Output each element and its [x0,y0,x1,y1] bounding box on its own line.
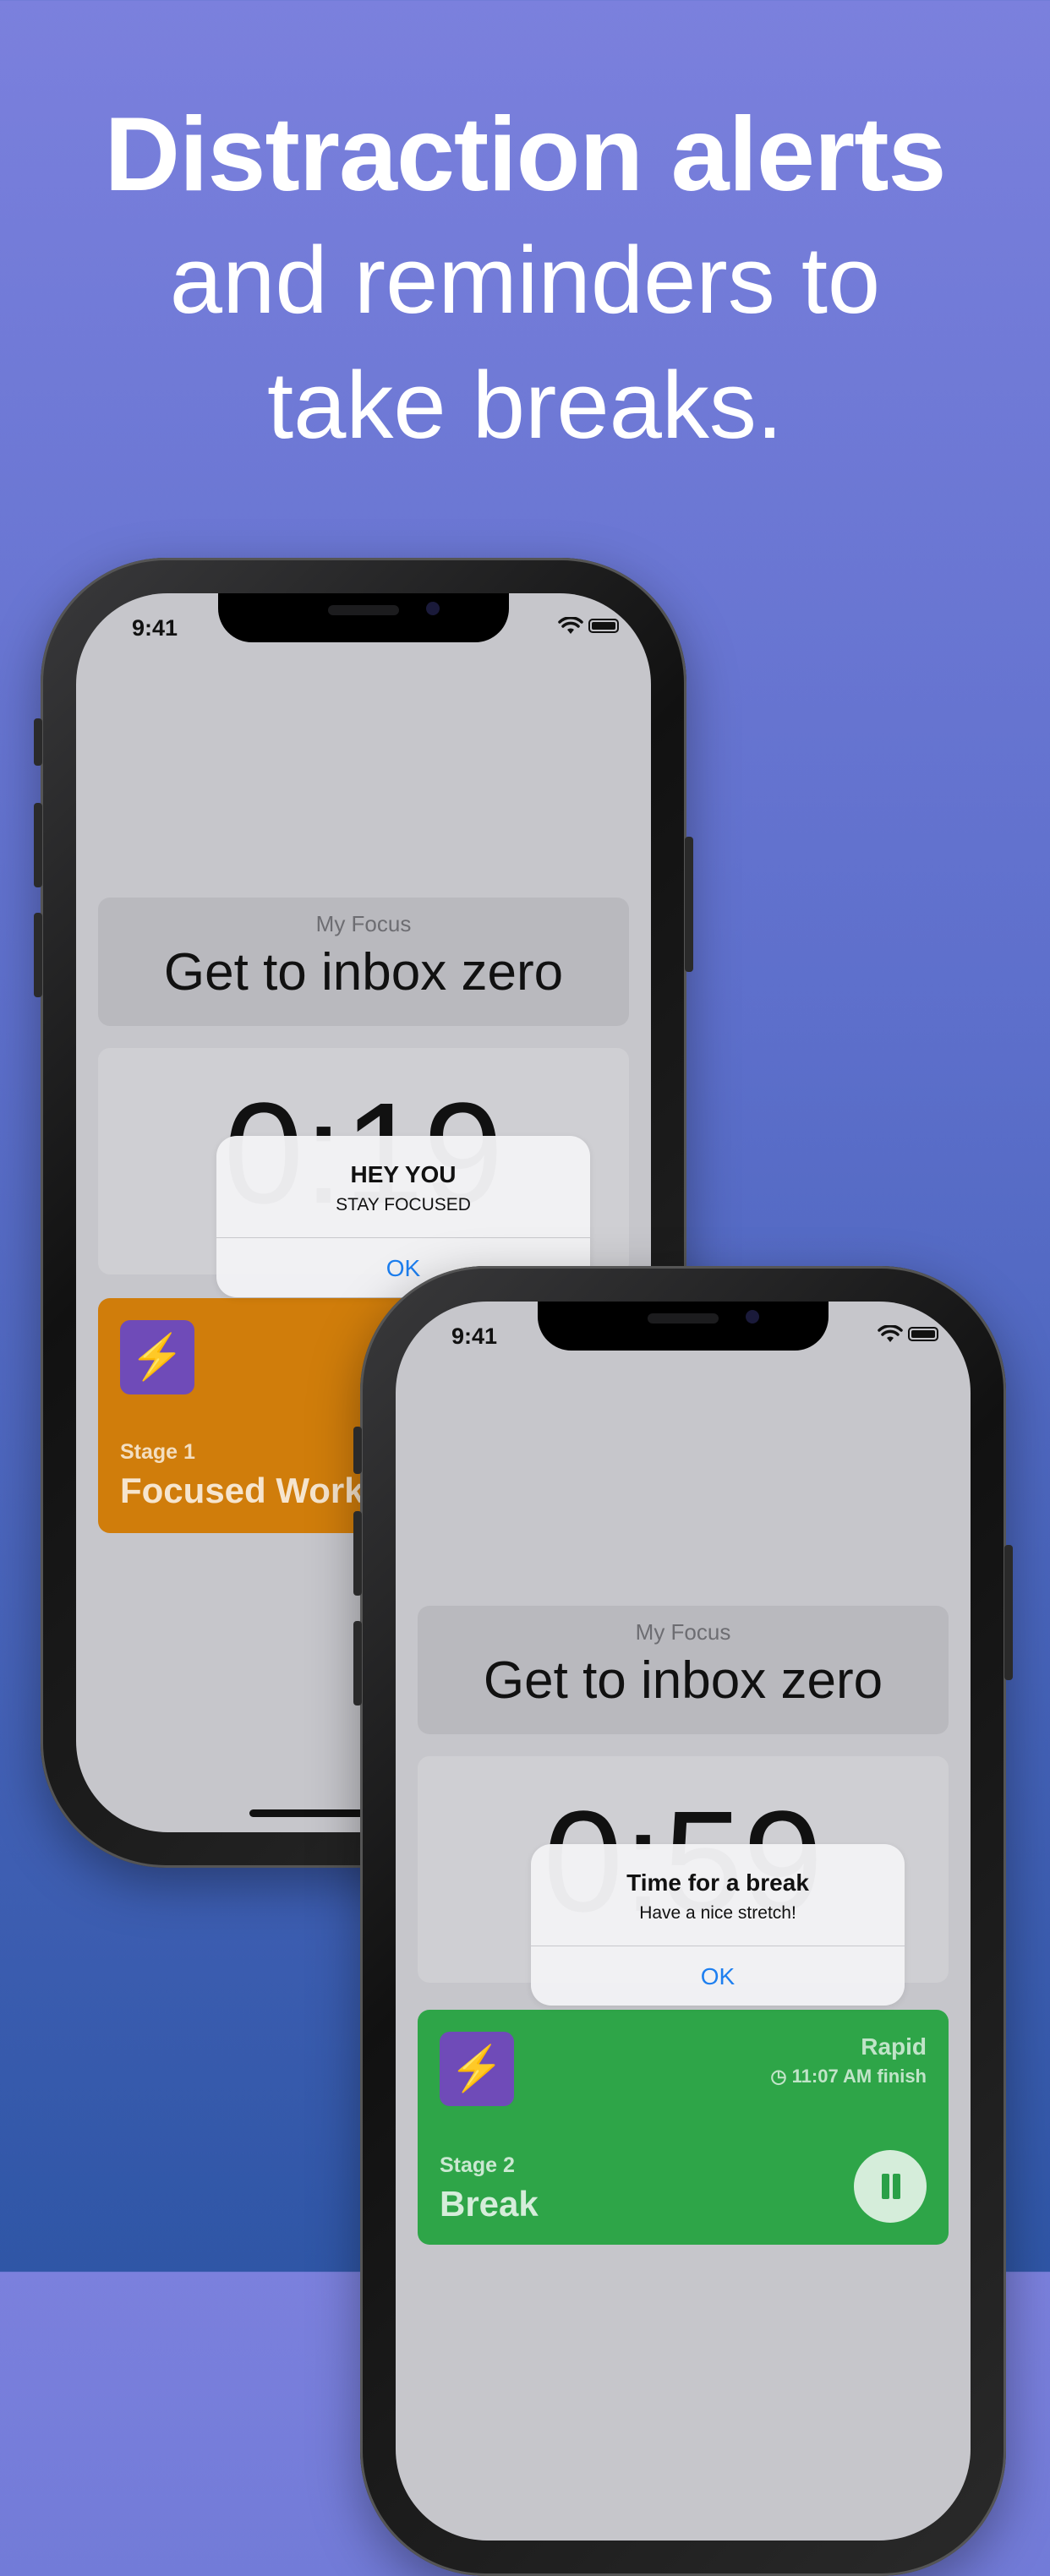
status-bar: 9:41 [76,615,651,649]
pause-button[interactable] [854,2150,927,2223]
camera [426,602,440,615]
focus-goal: Get to inbox zero [483,1651,883,1710]
clock-icon: ◷ [770,2066,792,2087]
status-time: 9:41 [451,1323,498,1349]
finish-time: ◷ 11:07 AM finish [770,2066,927,2088]
phone-screen-2: 9:41 My Focus Get to inbox zero 0:59 ⚡ R… [396,1302,971,2541]
lightning-bolt-icon: ⚡ [120,1320,194,1394]
volume-down-button [34,913,42,997]
side-button [34,718,42,766]
focus-label: My Focus [635,1619,731,1645]
headline-line2: and reminders to [169,227,881,333]
wifi-icon [558,617,583,634]
headline: Distraction alerts and reminders to take… [0,91,1050,468]
power-button [685,837,693,972]
status-time: 9:41 [132,615,178,641]
focus-card[interactable]: My Focus Get to inbox zero [98,898,629,1026]
stage-label: Stage 1 [120,1440,195,1464]
power-button [1004,1545,1013,1680]
volume-up-button [34,803,42,887]
focus-goal: Get to inbox zero [163,943,564,1001]
alert-ok-button[interactable]: OK [531,1946,905,2006]
headline-line1: Distraction alerts [104,96,946,213]
stage-name: Focused Work [120,1471,364,1510]
volume-up-button [353,1511,362,1596]
stage-card[interactable]: ⚡ Rapid ◷ 11:07 AM finish Stage 2 Break [418,2010,949,2245]
finish-time-text: 11:07 AM finish [791,2066,927,2087]
focus-label: My Focus [315,911,412,936]
speaker [648,1313,719,1323]
battery-icon [588,619,619,633]
stage-label: Stage 2 [440,2153,515,2177]
alert-message: STAY FOCUSED [336,1195,471,1214]
alert-title: Time for a break [626,1869,809,1896]
side-button [353,1427,362,1474]
alert-message: Have a nice stretch! [639,1903,796,1923]
volume-down-button [353,1621,362,1706]
lightning-bolt-icon: ⚡ [440,2032,514,2106]
wifi-icon [878,1325,903,1342]
alert-dialog: Time for a break Have a nice stretch! OK [531,1844,905,2006]
battery-icon [908,1327,938,1341]
headline-line3: take breaks. [266,352,784,458]
phone-mockup-2: 9:41 My Focus Get to inbox zero 0:59 ⚡ R… [353,1266,1013,2576]
focus-card[interactable]: My Focus Get to inbox zero [418,1606,949,1734]
alert-title: HEY YOU [350,1161,457,1187]
camera [746,1310,759,1323]
stage-name: Break [440,2184,539,2224]
status-bar: 9:41 [396,1323,971,1357]
speaker [328,605,399,615]
stage-mode: Rapid [861,2033,927,2060]
